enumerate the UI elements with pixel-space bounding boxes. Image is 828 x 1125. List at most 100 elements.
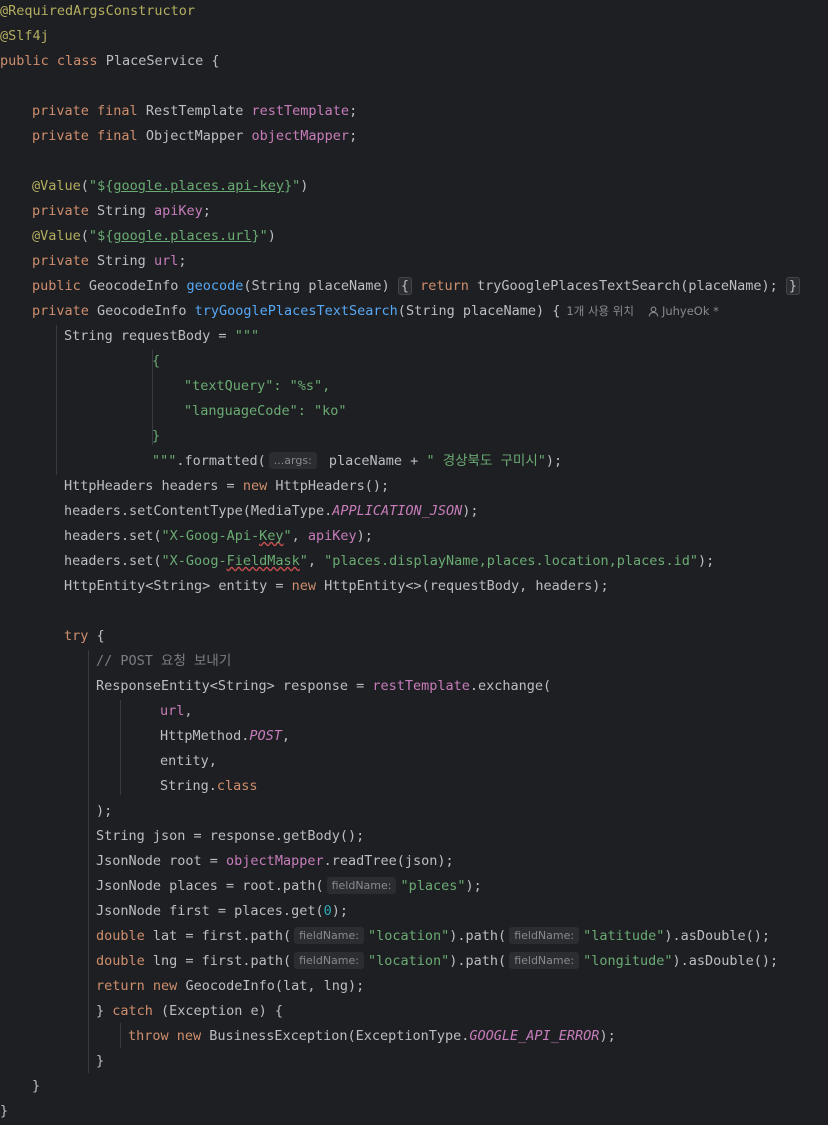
string: ${ [97,178,114,194]
field: apiKey [307,528,357,544]
declaration: ResponseEntity<String> response = [96,678,373,694]
code-line: String.class [160,774,258,799]
constructor-call: BusinessException(ExceptionType. [201,1028,470,1044]
string: "X-Goog- [161,553,227,569]
code-line: { [152,349,160,374]
type: GeocodeInfo [88,278,179,294]
punctuation: , [281,728,291,744]
method-call: .exchange( [469,678,552,694]
code-line: private String apiKey; [32,199,211,224]
method-name: geocode [186,278,244,294]
type: String [97,253,146,269]
usages-lens[interactable]: 1개 사용 위치 [566,304,634,318]
punctuation: ); [96,803,113,819]
keyword: new [242,478,268,494]
keyword: catch [112,1003,153,1019]
type: GeocodeInfo [97,303,187,319]
keyword: class [56,53,98,69]
code-line: private final ObjectMapper objectMapper; [32,124,357,149]
keyword: double [96,928,145,944]
code-line: @Slf4j [0,24,49,49]
code-line: headers.setContentType(MediaType.APPLICA… [64,499,479,524]
paren: ) [300,178,309,194]
semicolon: ; [178,253,187,269]
code-line: @Value("${google.places.api-key}") [32,174,308,199]
keyword: return [420,278,469,294]
keyword: class [216,778,258,794]
string: } [152,428,161,444]
code-line: @RequiredArgsConstructor [0,0,195,24]
method-name: tryGooglePlacesTextSearch [194,303,398,319]
punctuation: ); [462,503,479,519]
brace: { [96,628,105,644]
number: 0 [323,903,332,919]
declaration: HttpEntity<String> entity = [64,578,292,594]
string: "X-Goog-Api- [161,528,260,544]
method-call: headers.set( [64,553,162,569]
punctuation: , [291,528,308,544]
keyword: private [32,203,89,219]
string: " [88,178,98,194]
paren: ( [80,228,89,244]
author-name: JuhyeOk * [661,304,719,318]
punctuation: ); [599,1028,616,1044]
punctuation: ); [356,528,373,544]
string: } [284,178,293,194]
keyword: final [97,128,138,144]
semicolon: ; [202,203,211,219]
declaration: JsonNode root = [96,853,227,869]
code-line: } catch (Exception e) { [96,999,283,1024]
punctuation: ); [331,903,348,919]
author-lens[interactable]: JuhyeOk * [648,304,719,318]
paren: ( [397,303,406,319]
keyword: new [291,578,316,594]
code-line: headers.set("X-Goog-FieldMask", "places.… [64,549,714,574]
annotation: @RequiredArgsConstructor [0,3,196,19]
indent-guide [120,1023,121,1048]
method-call: .formatted( [176,453,266,469]
method-call: ).path( [449,928,507,944]
folded-brace-open[interactable]: { [397,277,412,295]
catch-params: (Exception e) { [152,1003,283,1019]
keyword: private [32,303,89,319]
argument: entity, [160,753,217,769]
property-link[interactable]: google.places.url [113,228,251,244]
code-line: } [96,1049,104,1074]
folded-brace-close[interactable]: } [785,277,801,295]
code-line: } [0,1099,8,1124]
brace: { [552,303,561,319]
code-line: public GeocodeInfo geocode(String placeN… [32,274,801,299]
keyword: final [97,103,138,119]
code-line: private GeocodeInfo tryGooglePlacesTextS… [32,299,719,324]
brace: } [32,1078,41,1094]
keyword: throw [128,1028,169,1044]
constructor-call: HttpHeaders(); [267,478,390,494]
type: String [97,203,146,219]
code-line: double lat = first.path(fieldName: "locat… [96,924,770,949]
typo-word: FieldMask [226,553,300,569]
property-link[interactable]: google.places.api-key [113,178,284,194]
keyword: double [96,953,145,969]
field: restTemplate [251,103,350,119]
code-line: HttpMethod.POST, [160,724,290,749]
code-line: """.formatted(...args: placeName + " 경상북… [152,449,562,474]
string: "places" [400,878,466,894]
string: { [152,353,161,369]
code-line: String requestBody = """ [64,324,259,349]
parameter-hint: fieldName: [326,877,397,894]
annotation: @Slf4j [0,28,49,44]
parameter: String placeName [405,303,536,319]
code-line: HttpHeaders headers = new HttpHeaders(); [64,474,389,499]
brace: } [0,1103,9,1119]
code-line: HttpEntity<String> entity = new HttpEnti… [64,574,609,599]
keyword: private [32,128,89,144]
type: RestTemplate [145,103,244,119]
paren: ( [80,178,89,194]
string: "textQuery": "%s", [184,378,331,394]
type: HttpMethod. [160,728,250,744]
string: "location" [368,928,450,944]
code-editor[interactable]: @RequiredArgsConstructor @Slf4j public c… [0,0,828,1125]
field: url [153,253,179,269]
string: " [299,553,308,569]
code-line: JsonNode first = places.get(0); [96,899,348,924]
